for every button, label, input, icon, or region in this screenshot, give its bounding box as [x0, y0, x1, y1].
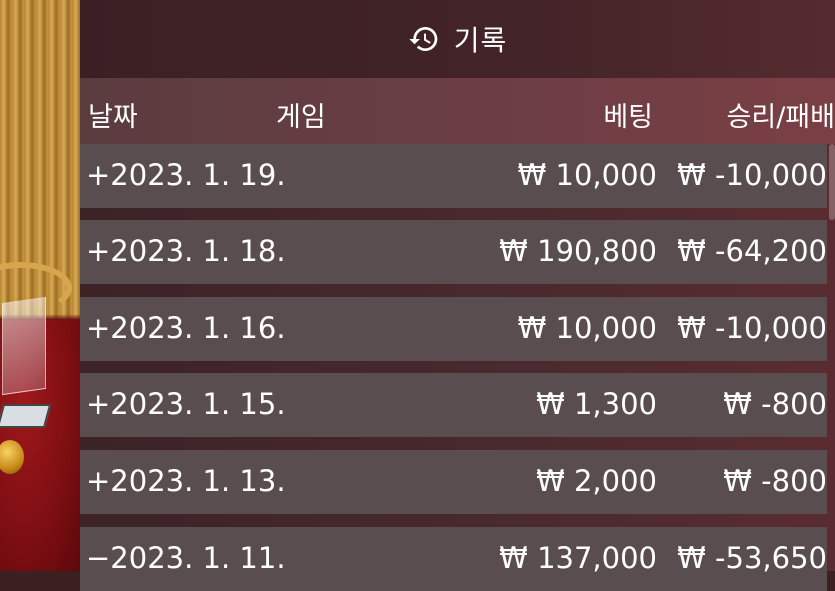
row-date: +2023. 1. 13.	[86, 464, 286, 498]
row-result: ₩ -800	[723, 464, 827, 498]
column-header-date: 날짜	[88, 102, 138, 133]
page-title: 기록	[453, 24, 508, 57]
table-row[interactable]: +2023. 1. 19. ₩ 10,000 ₩ -10,000	[80, 144, 827, 208]
table-row[interactable]: −2023. 1. 11. ₩ 137,000 ₩ -53,650	[80, 527, 827, 591]
card-shoe	[2, 296, 46, 396]
table-row[interactable]: +2023. 1. 16. ₩ 10,000 ₩ -10,000	[80, 297, 827, 361]
row-date: +2023. 1. 19.	[86, 158, 286, 192]
row-bet: ₩ 190,800	[499, 234, 657, 268]
history-panel: 기록 날짜 게임 베팅 승리/패배 +2023. 1. 19. ₩ 10,000…	[80, 0, 835, 591]
table-row[interactable]: +2023. 1. 13. ₩ 2,000 ₩ -800	[80, 450, 827, 514]
row-result: ₩ -10,000	[677, 311, 827, 345]
row-result: ₩ -800	[723, 387, 827, 421]
column-header-result: 승리/패배	[726, 102, 835, 133]
row-bet: ₩ 10,000	[517, 311, 657, 345]
row-date: −2023. 1. 11.	[86, 541, 286, 575]
row-bet: ₩ 2,000	[536, 464, 657, 498]
row-result: ₩ -64,200	[677, 234, 827, 268]
table-row[interactable]: +2023. 1. 18. ₩ 190,800 ₩ -64,200	[80, 220, 827, 284]
row-date: +2023. 1. 15.	[86, 387, 286, 421]
row-bet: ₩ 10,000	[517, 158, 657, 192]
row-date: +2023. 1. 16.	[86, 311, 286, 345]
background-casino-table	[0, 0, 80, 571]
playing-card	[0, 404, 52, 428]
history-header: 기록	[80, 0, 835, 78]
table-row[interactable]: +2023. 1. 15. ₩ 1,300 ₩ -800	[80, 373, 827, 437]
column-header-game: 게임	[276, 102, 326, 133]
row-bet: ₩ 1,300	[536, 387, 657, 421]
row-result: ₩ -53,650	[677, 541, 827, 575]
row-date: +2023. 1. 18.	[86, 234, 286, 268]
row-bet: ₩ 137,000	[499, 541, 657, 575]
row-result: ₩ -10,000	[677, 158, 827, 192]
column-header-bet: 베팅	[603, 102, 653, 133]
history-icon	[408, 23, 440, 55]
scrollbar[interactable]	[829, 144, 835, 220]
table-header: 날짜 게임 베팅 승리/패배	[80, 78, 835, 144]
